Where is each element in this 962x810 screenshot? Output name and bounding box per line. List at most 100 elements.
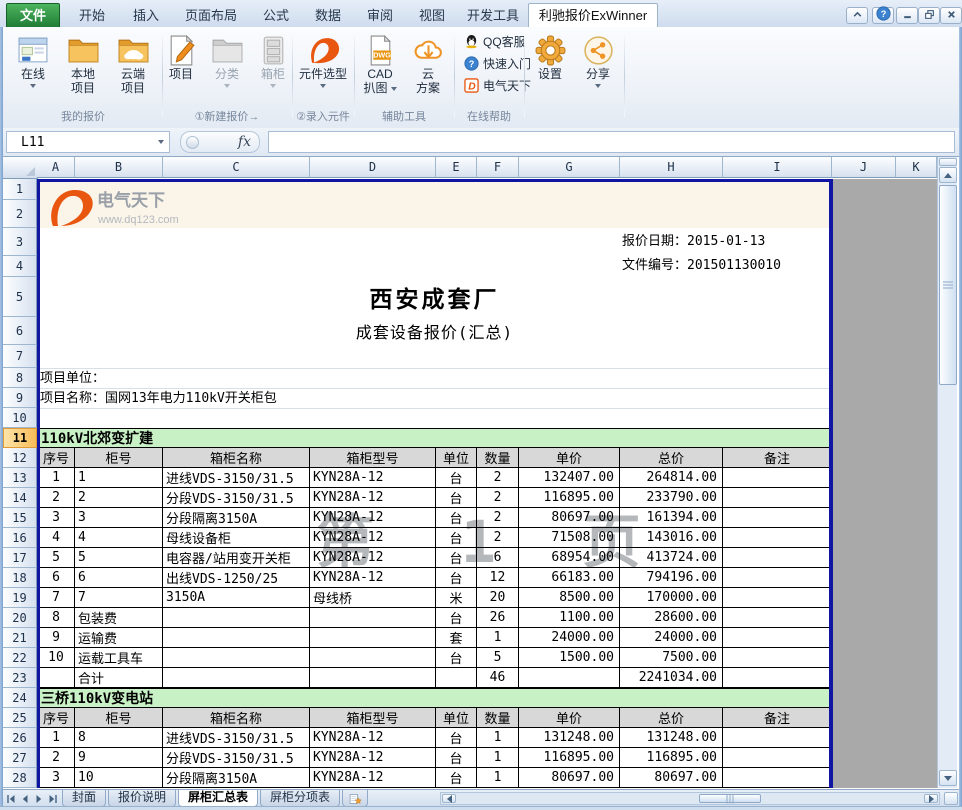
table-cell[interactable]: 1	[477, 768, 519, 788]
table-cell[interactable]: KYN28A-12	[310, 568, 436, 588]
table-cell[interactable]: 131248.00	[620, 728, 723, 748]
table-cell[interactable]	[163, 628, 310, 648]
select-all-corner[interactable]	[3, 157, 38, 179]
table-cell[interactable]: 7	[75, 588, 163, 608]
column-header-E[interactable]: E	[436, 157, 477, 178]
table-cell[interactable]: 80697.00	[519, 768, 620, 788]
row-header-18[interactable]: 18	[3, 568, 37, 588]
row-header-25[interactable]: 25	[3, 708, 37, 728]
table-cell[interactable]: KYN28A-12	[310, 548, 436, 568]
table-cell[interactable]: 12	[477, 568, 519, 588]
row-header-12[interactable]: 12	[3, 448, 37, 468]
table-cell[interactable]: 143016.00	[620, 528, 723, 548]
scroll-down-button[interactable]	[939, 770, 957, 786]
header-cell[interactable]: 箱柜型号	[310, 708, 436, 728]
scroll-up-button[interactable]	[939, 167, 957, 183]
table-cell[interactable]: 794196.00	[620, 568, 723, 588]
header-cell[interactable]: 序号	[37, 448, 75, 468]
table-cell[interactable]: 1	[37, 728, 75, 748]
table-cell[interactable]	[310, 668, 436, 688]
header-cell[interactable]: 单价	[519, 448, 620, 468]
table-cell[interactable]	[723, 628, 832, 648]
local-project-button[interactable]: 本地项目	[59, 30, 107, 106]
table-cell[interactable]	[310, 608, 436, 628]
header-cell[interactable]: 备注	[723, 448, 832, 468]
table-cell[interactable]: 运载工具车	[75, 648, 163, 668]
table-cell[interactable]: 合计	[75, 668, 163, 688]
scroll-left-button[interactable]	[442, 794, 456, 803]
row-header-8[interactable]: 8	[3, 368, 37, 388]
table-cell[interactable]: KYN28A-12	[310, 488, 436, 508]
horizontal-scroll-thumb[interactable]	[699, 794, 761, 803]
row-header-21[interactable]: 21	[3, 628, 37, 648]
table-cell[interactable]	[163, 608, 310, 628]
next-sheet-button[interactable]	[32, 792, 45, 805]
table-cell[interactable]: 台	[436, 608, 477, 628]
table-cell[interactable]	[436, 668, 477, 688]
table-cell[interactable]: 台	[436, 528, 477, 548]
table-cell[interactable]: 5	[37, 548, 75, 568]
row-header-11[interactable]: 11	[3, 428, 37, 448]
table-cell[interactable]: 10	[75, 768, 163, 788]
table-cell[interactable]: 套	[436, 628, 477, 648]
row-header-15[interactable]: 15	[3, 508, 37, 528]
table-cell[interactable]: 电容器/站用变开关柜	[163, 548, 310, 568]
table-cell[interactable]: 5	[477, 648, 519, 668]
tab-4[interactable]: 公式	[250, 4, 302, 27]
header-cell[interactable]: 箱柜型号	[310, 448, 436, 468]
table-cell[interactable]: 台	[436, 728, 477, 748]
table-cell[interactable]: 1100.00	[519, 608, 620, 628]
table-cell[interactable]: 1	[75, 468, 163, 488]
row-header-4[interactable]: 4	[3, 256, 37, 277]
row-header-1[interactable]: 1	[3, 179, 37, 200]
column-header-I[interactable]: I	[723, 157, 832, 178]
table-cell[interactable]: 台	[436, 768, 477, 788]
cloud-plan-button[interactable]: 云方案	[405, 30, 451, 106]
row-header-3[interactable]: 3	[3, 228, 37, 256]
row-header-16[interactable]: 16	[3, 528, 37, 548]
table-cell[interactable]: 运输费	[75, 628, 163, 648]
table-cell[interactable]: 20	[477, 588, 519, 608]
sheet-tab-2[interactable]: 报价说明	[108, 790, 176, 807]
table-cell[interactable]: 1	[477, 748, 519, 768]
row-header-6[interactable]: 6	[3, 317, 37, 345]
sheet-tab-1[interactable]: 封面	[62, 790, 106, 807]
column-header-J[interactable]: J	[832, 157, 896, 178]
table-cell[interactable]: 6	[75, 568, 163, 588]
table-cell[interactable]: 80697.00	[620, 768, 723, 788]
header-cell[interactable]: 总价	[620, 448, 723, 468]
window-resize-grip[interactable]	[944, 792, 958, 805]
table-cell[interactable]	[310, 648, 436, 668]
table-cell[interactable]	[310, 628, 436, 648]
table-cell[interactable]: 2	[75, 488, 163, 508]
table-cell[interactable]: 2	[37, 748, 75, 768]
table-cell[interactable]	[723, 768, 832, 788]
fx-icon[interactable]: fx	[238, 134, 251, 150]
table-cell[interactable]: 264814.00	[620, 468, 723, 488]
column-header-C[interactable]: C	[163, 157, 310, 178]
online-button[interactable]: 在线	[9, 30, 57, 106]
column-header-H[interactable]: H	[620, 157, 723, 178]
table-cell[interactable]: 413724.00	[620, 548, 723, 568]
column-header-K[interactable]: K	[896, 157, 937, 178]
row-header-22[interactable]: 22	[3, 648, 37, 668]
header-cell[interactable]: 单位	[436, 708, 477, 728]
column-header-G[interactable]: G	[519, 157, 620, 178]
table-cell[interactable]: 170000.00	[620, 588, 723, 608]
tab-1[interactable]: 开始	[64, 4, 120, 27]
table-cell[interactable]: 9	[37, 628, 75, 648]
table-cell[interactable]: 8500.00	[519, 588, 620, 608]
horizontal-scrollbar[interactable]	[440, 792, 940, 805]
table-cell[interactable]: 8	[75, 728, 163, 748]
table-cell[interactable]: 66183.00	[519, 568, 620, 588]
table-cell[interactable]: 161394.00	[620, 508, 723, 528]
table-cell[interactable]: KYN28A-12	[310, 528, 436, 548]
table-cell[interactable]	[723, 588, 832, 608]
table-cell[interactable]: 3	[37, 508, 75, 528]
row-header-10[interactable]: 10	[3, 408, 37, 428]
table-cell[interactable]: 分段VDS-3150/31.5	[163, 748, 310, 768]
table-cell[interactable]: 8	[37, 608, 75, 628]
table-cell[interactable]	[723, 528, 832, 548]
chevron-down-icon[interactable]	[158, 140, 164, 144]
table-cell[interactable]	[723, 648, 832, 668]
